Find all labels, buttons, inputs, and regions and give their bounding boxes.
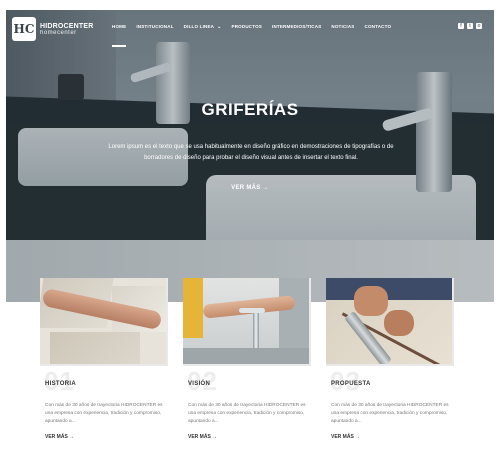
card-more-link[interactable]: VER MÁS →	[331, 434, 360, 440]
hero-title: GRIFERÍAS	[201, 100, 299, 119]
hero-more-button[interactable]: VER MÁS →	[210, 185, 290, 191]
card-description: Con más de 30 años de trayectoria HIDROC…	[331, 403, 449, 424]
logo-subtitle: homecenter	[40, 29, 77, 36]
sink-basin	[183, 348, 309, 364]
card-image	[183, 278, 311, 366]
card-label: PROPUESTA	[331, 381, 371, 387]
nav-item-linea[interactable]: DILLO LINEA ⌄	[184, 24, 222, 30]
faucet	[253, 308, 259, 352]
instagram-icon[interactable]: o	[476, 23, 482, 29]
faucet-spout	[239, 308, 265, 313]
pants	[326, 278, 452, 300]
card-label: HISTORIA	[45, 381, 76, 387]
card-image	[326, 278, 454, 366]
nav-item-linea-label: DILLO LINEA	[183, 24, 215, 29]
tile	[50, 332, 140, 364]
shirt	[183, 278, 203, 338]
card-more-link[interactable]: VER MÁS →	[188, 434, 217, 440]
nav-item-institucional[interactable]: INSTITUCIONAL	[136, 24, 173, 30]
facebook-icon[interactable]: f	[458, 23, 464, 29]
feature-card-propuesta: 03 PROPUESTA Con más de 30 años de traye…	[326, 278, 454, 450]
nav-item-intermedios[interactable]: INTERMEDIOS/TICAS	[272, 24, 321, 30]
card-more-link[interactable]: VER MÁS →	[45, 434, 74, 440]
logo-name: HIDROCENTER	[40, 22, 94, 30]
site-header: HC HIDROCENTER homecenter HOME INSTITUCI…	[6, 10, 494, 47]
card-label: VISIÓN	[188, 381, 211, 387]
social-links: f t o	[455, 23, 482, 29]
nav-item-home[interactable]: HOME	[112, 24, 127, 47]
nav-item-noticias[interactable]: NOTICIAS	[331, 24, 354, 30]
main-nav: HOME INSTITUCIONAL DILLO LINEA ⌄ PRODUCTO…	[112, 24, 401, 47]
logo-text: HIDROCENTER homecenter	[40, 23, 94, 36]
feature-card-vision: 02 VISIÓN Con más de 30 años de trayecto…	[183, 278, 311, 450]
twitter-icon[interactable]: t	[467, 23, 473, 29]
nav-item-productos[interactable]: PRODUCTOS	[232, 24, 262, 30]
logo[interactable]: HC HIDROCENTER homecenter	[12, 17, 94, 41]
feature-card-historia: 01 HISTORIA Con más de 30 años de trayec…	[40, 278, 168, 450]
card-description: Con más de 30 años de trayectoria HIDROC…	[45, 403, 163, 424]
card-description: Con más de 30 años de trayectoria HIDROC…	[188, 403, 306, 424]
hero-description: Lorem ipsum es el texto que se usa habit…	[108, 144, 394, 161]
hand	[384, 310, 414, 336]
nav-item-contacto[interactable]: CONTACTO	[365, 24, 392, 30]
chevron-down-icon: ⌄	[217, 24, 222, 30]
card-image	[40, 278, 168, 366]
logo-mark: HC	[12, 17, 36, 41]
hand	[354, 286, 388, 316]
